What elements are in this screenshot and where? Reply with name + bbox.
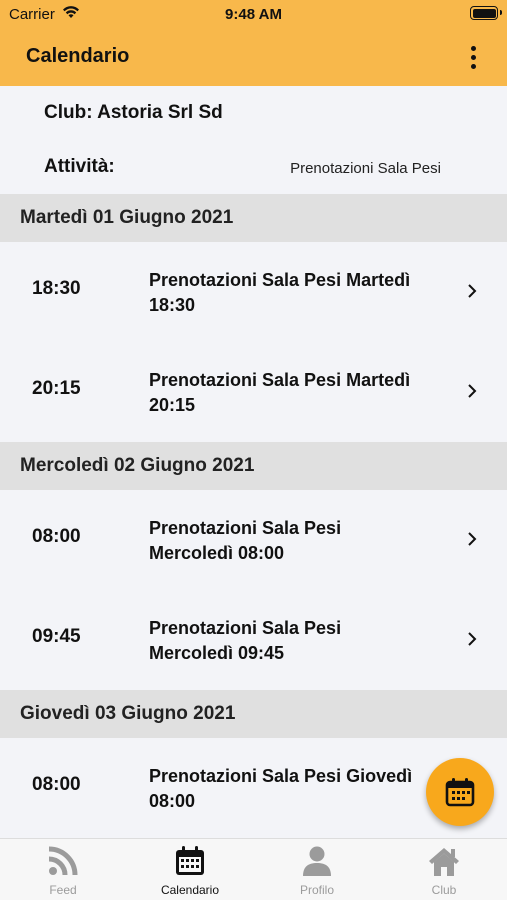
session-time: 08:00: [32, 774, 81, 795]
session-name: Prenotazioni Sala Pesi Martedì 20:15: [149, 370, 411, 415]
chevron-right-icon: [468, 284, 477, 298]
tab-label: Profilo: [299, 883, 334, 897]
battery-icon: [470, 6, 502, 20]
status-bar: Carrier 9:48 AM: [0, 0, 507, 28]
more-options-icon[interactable]: [463, 43, 483, 73]
day-header: Martedì 01 Giugno 2021: [0, 194, 507, 242]
chevron-right-icon: [468, 632, 477, 646]
session-time: 18:30: [32, 278, 81, 299]
tab-label: Feed: [49, 883, 77, 897]
session-time: 20:15: [32, 378, 81, 399]
session-row[interactable]: 20:15 Prenotazioni Sala Pesi Martedì 20:1…: [0, 342, 507, 442]
calendar-icon: [445, 778, 475, 807]
chevron-right-icon: [468, 384, 477, 398]
session-name: Prenotazioni Sala Pesi Giovedì 08:00: [149, 766, 413, 811]
tab-label: Club: [431, 883, 457, 897]
club-label: Club: Astoria Srl Sd: [44, 102, 223, 123]
clock: 9:48 AM: [225, 6, 282, 23]
person-icon: [303, 846, 331, 876]
session-row[interactable]: 08:00 Prenotazioni Sala Pesi Mercoledì 08…: [0, 490, 507, 590]
page-title: Calendario: [26, 45, 130, 67]
activity-row[interactable]: Attività: Prenotazioni Sala Pesi: [0, 140, 507, 194]
rss-icon: [48, 846, 78, 876]
session-row[interactable]: 09:45 Prenotazioni Sala Pesi Mercoledì 09…: [0, 590, 507, 690]
session-name: Prenotazioni Sala Pesi Mercoledì 09:45: [149, 618, 342, 663]
club-row[interactable]: Club: Astoria Srl Sd: [0, 86, 507, 140]
tab-feed[interactable]: Feed: [0, 839, 126, 900]
tab-club[interactable]: Club: [381, 839, 507, 900]
tab-profilo[interactable]: Profilo: [254, 839, 380, 900]
calendar-icon: [176, 846, 204, 875]
session-row[interactable]: 18:30 Prenotazioni Sala Pesi Martedì 18:3…: [0, 242, 507, 342]
home-icon: [429, 848, 459, 876]
activity-label: Attività:: [44, 156, 115, 177]
session-name: Prenotazioni Sala Pesi Martedì 18:30: [149, 270, 411, 315]
app-bar: Calendario: [0, 28, 507, 86]
activity-value: Prenotazioni Sala Pesi: [290, 160, 441, 177]
session-time: 09:45: [32, 626, 81, 647]
day-header: Giovedì 03 Giugno 2021: [0, 690, 507, 738]
session-name: Prenotazioni Sala Pesi Mercoledì 08:00: [149, 518, 342, 563]
day-header: Mercoledì 02 Giugno 2021: [0, 442, 507, 490]
calendar-fab-button[interactable]: [426, 758, 494, 826]
tab-bar: Feed Calendario Profilo Club: [0, 838, 507, 900]
session-time: 08:00: [32, 526, 81, 547]
tab-calendario[interactable]: Calendario: [127, 839, 253, 900]
chevron-right-icon: [468, 532, 477, 546]
tab-label: Calendario: [160, 883, 220, 897]
calendar-list[interactable]: Club: Astoria Srl Sd Attività: Prenotazi…: [0, 86, 507, 838]
